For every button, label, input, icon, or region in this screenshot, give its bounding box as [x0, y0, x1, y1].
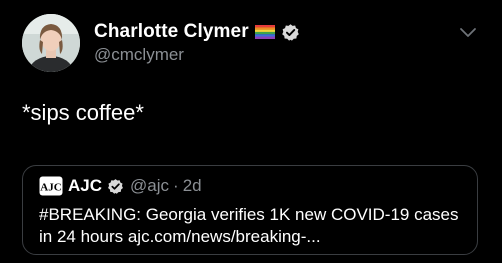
ajc-logo-icon: AJC: [39, 176, 63, 196]
author-row: Charlotte Clymer: [94, 20, 300, 44]
separator-dot: ·: [173, 176, 179, 195]
tweet-text: *sips coffee*: [22, 100, 144, 125]
quoted-display-name[interactable]: AJC: [68, 176, 102, 196]
svg-text:AJC: AJC: [40, 182, 61, 194]
user-avatar-icon: [22, 14, 80, 72]
avatar[interactable]: [22, 14, 80, 72]
quoted-tweet-header: AJC AJC @ajc · 2d: [39, 175, 202, 197]
rainbow-flag-icon: [254, 25, 275, 39]
quoted-text-line-2[interactable]: in 24 hours ajc.com/news/breaking-...: [39, 226, 469, 248]
quoted-handle[interactable]: @ajc: [130, 176, 169, 196]
author-handle[interactable]: @cmclymer: [94, 45, 184, 65]
chevron-down-icon[interactable]: [458, 26, 478, 40]
quoted-timestamp[interactable]: 2d: [183, 176, 202, 196]
author-display-name[interactable]: Charlotte Clymer: [94, 21, 249, 43]
verified-badge-icon: [281, 23, 300, 42]
quoted-tweet-card[interactable]: AJC AJC @ajc · 2d #BREAKING: Georgia ver…: [22, 165, 478, 255]
tweet[interactable]: Charlotte Clymer @cmclymer *sips coffee*: [0, 0, 502, 263]
quoted-tweet-text: #BREAKING: Georgia verifies 1K new COVID…: [39, 204, 469, 248]
verified-badge-icon: [107, 178, 124, 195]
quoted-text-line-1: #BREAKING: Georgia verifies 1K new COVID…: [39, 205, 459, 224]
